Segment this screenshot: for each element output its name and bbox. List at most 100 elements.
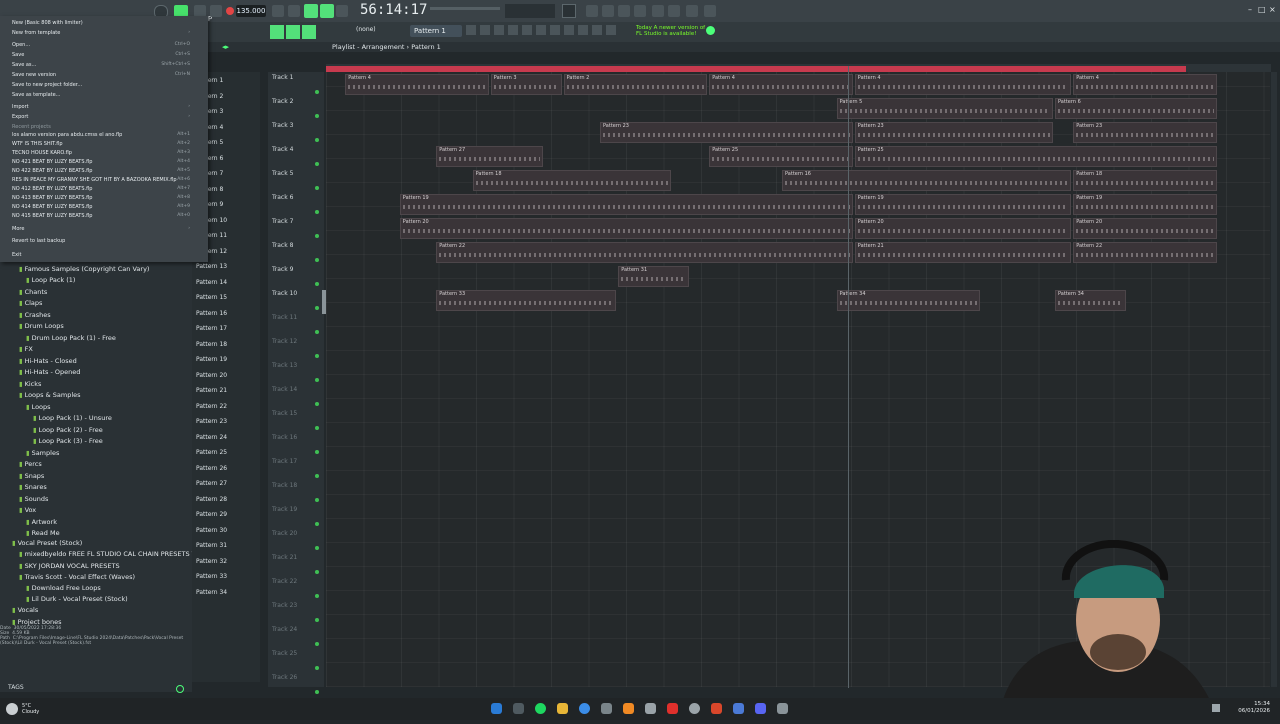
wifi-icon[interactable] <box>1212 704 1220 712</box>
pattern-item[interactable]: Pattern 20 <box>196 372 227 379</box>
pattern-clip[interactable]: Pattern 22 <box>436 242 853 263</box>
browser-item[interactable]: ▮ Loop Pack (2) - Free <box>33 426 103 434</box>
step-edit-icon[interactable] <box>304 4 318 18</box>
browser-item[interactable]: ▮ Drum Loop Pack (1) - Free <box>26 334 116 342</box>
pattern-clip[interactable]: Pattern 34 <box>1055 290 1126 311</box>
minimize-icon[interactable]: – <box>1248 5 1252 14</box>
arrangement-icon[interactable] <box>466 25 476 35</box>
pattern-item[interactable]: Pattern 34 <box>196 589 227 596</box>
pattern-clip[interactable]: Pattern 34 <box>836 290 981 311</box>
tags-label[interactable]: TAGS <box>8 684 24 691</box>
track-label[interactable]: Track 17 <box>272 458 297 465</box>
file-menu-item[interactable]: NO 413 BEAT BY LUZY BEATS.flp Alt+8 <box>12 195 196 201</box>
browser-item[interactable]: ▮ Samples <box>26 449 59 457</box>
track-enable-led[interactable] <box>315 594 319 598</box>
app-alt-icon[interactable] <box>733 703 744 714</box>
track-label[interactable]: Track 16 <box>272 434 297 441</box>
pattern-clip[interactable]: Pattern 4 <box>1073 74 1217 95</box>
pattern-clip[interactable]: Pattern 6 <box>1055 98 1217 119</box>
calculator-icon[interactable] <box>645 703 656 714</box>
paint-icon[interactable] <box>302 25 316 39</box>
song-time-display[interactable]: 56:14:17 <box>360 2 427 18</box>
browser-item[interactable]: ▮ Loop Pack (3) - Free <box>33 437 103 445</box>
pattern-item[interactable]: Pattern 28 <box>196 496 227 503</box>
pattern-clip[interactable]: Pattern 18 <box>472 170 671 191</box>
playlist-icon[interactable] <box>652 5 664 17</box>
track-enable-led[interactable] <box>315 138 319 142</box>
track-enable-led[interactable] <box>315 522 319 526</box>
browser-item[interactable]: ▮ SKY JORDAN VOCAL PRESETS <box>19 562 120 570</box>
browser-item[interactable]: ▮ Famous Samples (Copyright Can Vary) <box>19 265 149 273</box>
browser-item[interactable]: ▮ mixedbyeldo FREE FL STUDIO CAL CHAIN PR… <box>19 550 213 558</box>
browser-item[interactable]: ▮ Vox <box>19 506 36 514</box>
track-label[interactable]: Track 1 <box>272 74 293 81</box>
track-enable-led[interactable] <box>315 186 319 190</box>
pattern-clip[interactable]: Pattern 33 <box>436 290 617 311</box>
track-enable-led[interactable] <box>315 690 319 694</box>
track-enable-led[interactable] <box>315 306 319 310</box>
pattern-clip[interactable]: Pattern 25 <box>854 146 1217 167</box>
file-menu-item[interactable]: NO 421 BEAT BY LUZY BEATS.flp Alt+4 <box>12 159 196 165</box>
track-enable-led[interactable] <box>315 378 319 382</box>
fl-studio-icon[interactable] <box>623 703 634 714</box>
file-menu-item[interactable]: New from template › <box>12 30 196 36</box>
news-panel[interactable]: Today A newer version of FL Studio is av… <box>636 25 705 37</box>
track-label[interactable]: Track 21 <box>272 554 297 561</box>
pattern-item[interactable]: Pattern 13 <box>196 263 227 270</box>
pattern-item[interactable]: Pattern 23 <box>196 418 227 425</box>
browser-item[interactable]: ▮ Travis Scott - Vocal Effect (Waves) <box>19 573 135 581</box>
zoom-icon[interactable] <box>508 25 518 35</box>
file-menu-item[interactable]: TECNO HOUSE KARO.flp Alt+3 <box>12 150 196 156</box>
track-label[interactable]: Track 22 <box>272 578 297 585</box>
track-label[interactable]: Track 15 <box>272 410 297 417</box>
pattern-clip[interactable]: Pattern 20 <box>399 218 853 239</box>
browser-item[interactable]: ▮ Vocals <box>12 606 38 614</box>
pattern-clip[interactable]: Pattern 27 <box>436 146 544 167</box>
obs-icon[interactable] <box>689 703 700 714</box>
browser-item[interactable]: ▮ Sounds <box>19 495 48 503</box>
search-icon[interactable] <box>176 685 184 693</box>
track-label[interactable]: Track 5 <box>272 170 293 177</box>
pattern-clip[interactable]: Pattern 25 <box>709 146 853 167</box>
file-menu-item[interactable]: Save as... Shift+Ctrl+S <box>12 62 196 68</box>
pattern-item[interactable]: Pattern 24 <box>196 434 227 441</box>
file-menu-item[interactable]: NO 414 BEAT BY LUZY BEATS.flp Alt+9 <box>12 204 196 210</box>
track-enable-led[interactable] <box>315 450 319 454</box>
chrome-alt-icon[interactable] <box>711 703 722 714</box>
track-enable-led[interactable] <box>315 402 319 406</box>
pattern-item[interactable]: Pattern 17 <box>196 325 227 332</box>
playback-icon[interactable] <box>578 25 588 35</box>
file-menu-item[interactable]: NO 412 BEAT BY LUZY BEATS.flp Alt+7 <box>12 186 196 192</box>
browser-item[interactable]: ▮ Download Free Loops <box>26 584 101 592</box>
track-enable-led[interactable] <box>315 282 319 286</box>
cut-icon[interactable] <box>602 5 614 17</box>
track-enable-led[interactable] <box>315 354 319 358</box>
pattern-clip[interactable]: Pattern 20 <box>1073 218 1217 239</box>
browser-item[interactable]: ▮ Read Me <box>26 529 60 537</box>
track-label[interactable]: Track 6 <box>272 194 293 201</box>
file-menu-item[interactable]: Import › <box>12 104 196 110</box>
track-label[interactable]: Track 3 <box>272 122 293 129</box>
master-volume-slider[interactable] <box>430 7 500 10</box>
pattern-clip[interactable]: Pattern 16 <box>782 170 1072 191</box>
pattern-clip[interactable]: Pattern 23 <box>854 122 1053 143</box>
file-menu-item[interactable]: NO 415 BEAT BY LUZY BEATS.flp Alt+0 <box>12 213 196 219</box>
browser-item[interactable]: ▮ Artwork <box>26 518 57 526</box>
pattern-item[interactable]: Pattern 14 <box>196 279 227 286</box>
track-enable-led[interactable] <box>315 258 319 262</box>
browser-item[interactable]: ▮ Loops & Samples <box>19 391 81 399</box>
app-icon[interactable] <box>601 703 612 714</box>
browser-item[interactable]: ▮ Chants <box>19 288 47 296</box>
file-menu-item[interactable]: RES IN PEACE MY GRANNY SHE GOT HIT BY A … <box>12 177 196 183</box>
track-label[interactable]: Track 26 <box>272 674 297 681</box>
browser-item[interactable]: ▮ Snares <box>19 483 47 491</box>
track-label[interactable]: Track 8 <box>272 242 293 249</box>
close-icon[interactable]: × <box>1269 5 1276 14</box>
folder-icon[interactable] <box>634 5 646 17</box>
track-enable-led[interactable] <box>315 210 319 214</box>
browser-item[interactable]: ▮ Lil Durk - Vocal Preset (Stock) <box>26 595 128 603</box>
undo-icon[interactable] <box>586 5 598 17</box>
track-enable-led[interactable] <box>315 162 319 166</box>
file-menu-item[interactable]: WTF IS THIS SHIT.flp Alt+2 <box>12 141 196 147</box>
track-enable-led[interactable] <box>315 642 319 646</box>
